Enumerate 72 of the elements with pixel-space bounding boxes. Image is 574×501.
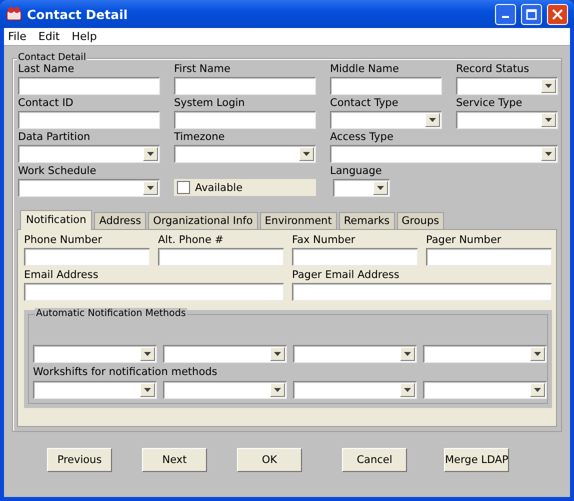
text-field[interactable]	[18, 111, 160, 129]
checkbox-label[interactable]: Available	[195, 182, 243, 194]
dropdown-field[interactable]	[293, 381, 417, 399]
close-icon	[552, 8, 563, 20]
field-label: Alt. Phone #	[158, 234, 225, 246]
field-label: Access Type	[330, 131, 394, 143]
field-label: Contact ID	[18, 97, 74, 109]
text-field[interactable]	[426, 248, 552, 266]
menu-item[interactable]: Help	[72, 30, 97, 43]
dropdown-field[interactable]	[333, 179, 390, 197]
tab[interactable]: Environment	[260, 212, 337, 230]
text-field[interactable]	[292, 248, 418, 266]
field-label: Record Status	[456, 63, 530, 75]
close-button[interactable]	[547, 4, 568, 24]
dropdown-field[interactable]	[456, 111, 558, 129]
app-icon	[6, 6, 22, 22]
dropdown-field[interactable]	[18, 179, 160, 197]
tab[interactable]: Remarks	[338, 212, 395, 230]
field-label: Pager Number	[426, 234, 502, 246]
dropdown-field[interactable]	[33, 345, 157, 363]
dropdown-field[interactable]	[423, 345, 547, 363]
field-label: First Name	[174, 63, 232, 75]
checkbox[interactable]	[177, 181, 190, 194]
dropdown-field[interactable]	[174, 145, 316, 163]
tab[interactable]: Notification	[20, 210, 92, 230]
text-field[interactable]	[174, 77, 316, 95]
text-field[interactable]	[330, 77, 442, 95]
field-label: Service Type	[456, 97, 524, 109]
text-field[interactable]	[158, 248, 284, 266]
text-field[interactable]	[24, 283, 284, 301]
tab[interactable]: Organizational Info	[148, 212, 258, 230]
field-label: Work Schedule	[18, 165, 98, 177]
maximize-icon	[526, 8, 537, 20]
dialog-button[interactable]: Previous	[47, 448, 112, 472]
field-label: Contact Type	[330, 97, 400, 109]
dropdown-field[interactable]	[423, 381, 547, 399]
group-title: Contact Detail	[17, 52, 87, 63]
field-label: Phone Number	[24, 234, 104, 246]
field-label: Fax Number	[292, 234, 356, 246]
text-field[interactable]	[18, 77, 160, 95]
dropdown-field[interactable]	[293, 345, 417, 363]
menu-item[interactable]: File	[8, 30, 26, 43]
field-label: Email Address	[24, 269, 100, 281]
dialog-button[interactable]: Merge LDAP	[444, 448, 509, 472]
field-label: Middle Name	[330, 63, 400, 75]
dropdown-field[interactable]	[330, 145, 558, 163]
menu-item[interactable]: Edit	[38, 30, 60, 43]
field-label: System Login	[174, 97, 246, 109]
window-title: Contact Detail	[27, 6, 129, 22]
dialog-button[interactable]: OK	[237, 448, 302, 472]
field-label: Last Name	[18, 63, 76, 75]
field-label: Data Partition	[18, 131, 92, 143]
dialog-button[interactable]: Cancel	[342, 448, 407, 472]
text-field[interactable]	[24, 248, 150, 266]
maximize-button[interactable]	[521, 4, 542, 24]
group-title: Automatic Notification Methods	[35, 308, 187, 319]
dropdown-field[interactable]	[163, 345, 287, 363]
field-label: Pager Email Address	[292, 269, 400, 281]
dropdown-field[interactable]	[330, 111, 442, 129]
dropdown-field[interactable]	[18, 145, 160, 163]
dialog-button[interactable]: Next	[142, 448, 207, 472]
dropdown-field[interactable]	[163, 381, 287, 399]
field-label: Language	[330, 165, 383, 177]
dropdown-field[interactable]	[33, 381, 157, 399]
tab[interactable]: Groups	[396, 212, 444, 230]
tab[interactable]: Address	[94, 212, 146, 230]
dropdown-field[interactable]	[456, 77, 558, 95]
text-field[interactable]	[174, 111, 316, 129]
field-label: Workshifts for notification methods	[33, 366, 218, 378]
minimize-button[interactable]	[495, 4, 516, 24]
text-field[interactable]	[292, 283, 552, 301]
field-label: Timezone	[174, 131, 226, 143]
